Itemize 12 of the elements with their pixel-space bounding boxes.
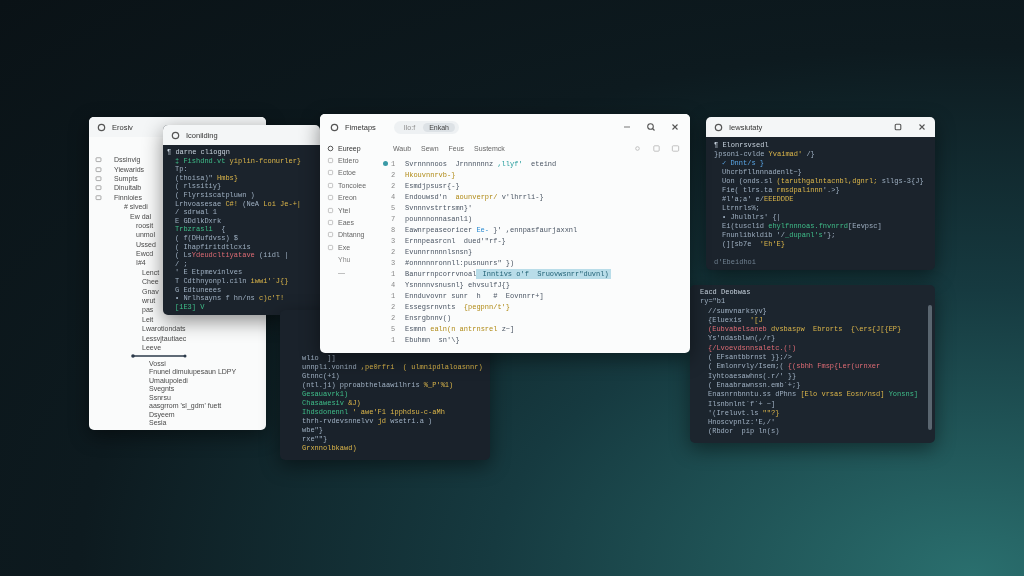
app-icon	[171, 130, 180, 140]
square-icon[interactable]	[893, 122, 903, 132]
search-icon[interactable]	[646, 122, 656, 132]
breakpoint-dot[interactable]	[382, 161, 388, 166]
app-icon	[330, 122, 339, 132]
close-icon[interactable]	[917, 122, 927, 132]
app-icon	[714, 122, 723, 132]
close-icon[interactable]	[670, 122, 680, 132]
app-icon	[327, 144, 334, 152]
scrollbar[interactable]	[928, 305, 932, 430]
slider-line-drawing	[131, 354, 187, 359]
app-icon	[97, 122, 106, 132]
